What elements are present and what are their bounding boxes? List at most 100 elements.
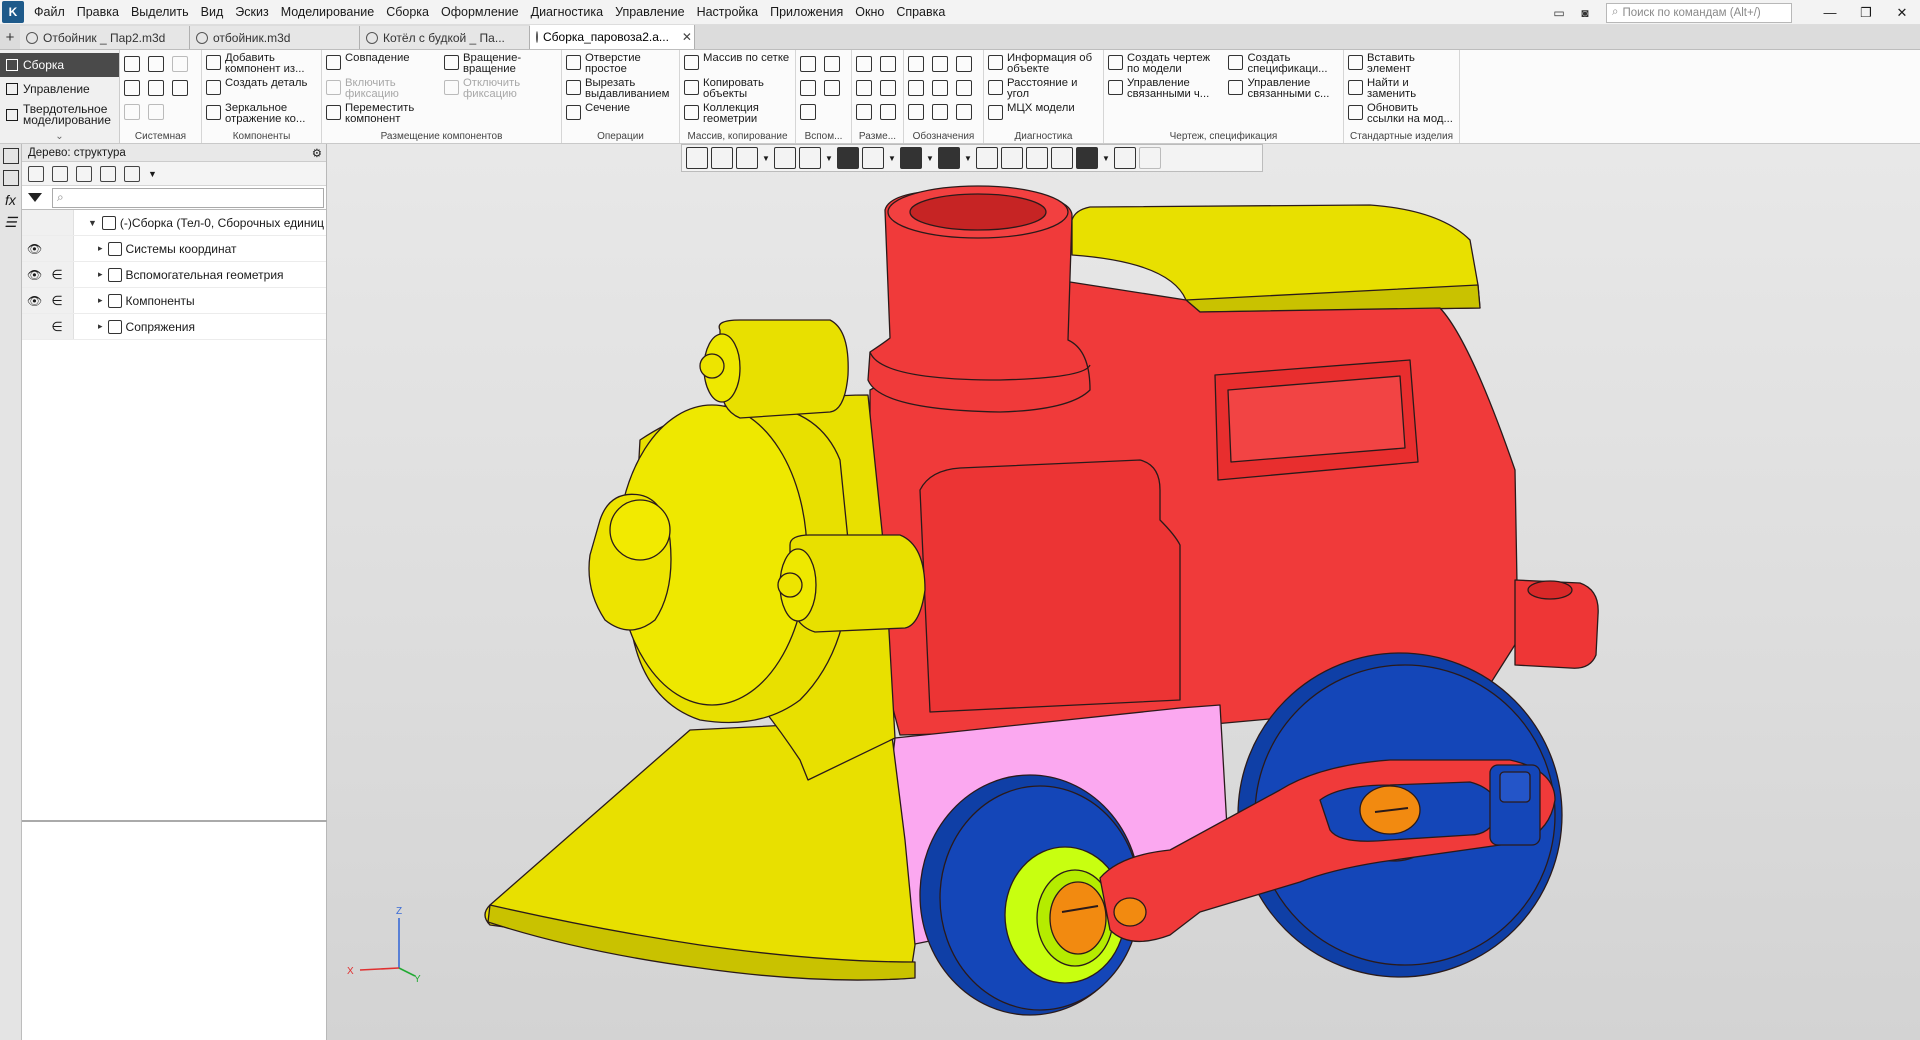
shaded-edges-icon[interactable]	[837, 147, 859, 169]
close-button[interactable]: ✕	[1884, 0, 1920, 25]
menu-file[interactable]: Файл	[28, 0, 71, 25]
chamfer-icon[interactable]	[932, 104, 948, 120]
save-icon[interactable]	[172, 56, 188, 72]
angle-dim-icon[interactable]	[880, 56, 896, 72]
menu-management[interactable]: Управление	[609, 0, 691, 25]
base-icon[interactable]	[932, 56, 948, 72]
diameter-dim-icon[interactable]	[880, 80, 896, 96]
section-view-icon[interactable]	[938, 147, 960, 169]
zebra-icon[interactable]	[1001, 147, 1023, 169]
command-search-input[interactable]: ⌕ Поиск по командам (Alt+/)	[1606, 2, 1792, 23]
leader-icon[interactable]	[908, 56, 924, 72]
display-dropdown-icon[interactable]: ▼	[887, 147, 897, 169]
zoom-window-icon[interactable]	[736, 147, 758, 169]
distance-angle-button[interactable]: Расстояние и угол	[988, 77, 1099, 102]
zoom-dropdown-icon[interactable]: ▼	[761, 147, 771, 169]
color-icon[interactable]	[1051, 147, 1073, 169]
mass-properties-button[interactable]: МЦХ модели	[988, 102, 1099, 127]
radius-dim-icon[interactable]	[856, 80, 872, 96]
element-of-icon[interactable]: ∈	[51, 293, 63, 309]
collapse-chevron-icon[interactable]: ⌄	[0, 131, 119, 142]
visibility-eye-icon[interactable]: 👁	[27, 268, 42, 282]
menu-edit[interactable]: Правка	[71, 0, 125, 25]
menu-help[interactable]: Справка	[890, 0, 951, 25]
grid-icon[interactable]	[1114, 147, 1136, 169]
filter-icon[interactable]	[28, 193, 42, 202]
hide-show-icon[interactable]	[900, 147, 922, 169]
tree-select-icon[interactable]	[100, 165, 116, 182]
print-icon[interactable]	[124, 80, 140, 96]
weld-icon[interactable]	[932, 80, 948, 96]
pan-icon[interactable]	[774, 147, 796, 169]
filter-icon[interactable]	[1076, 147, 1098, 169]
find-replace-button[interactable]: Найти и заменить	[1348, 77, 1455, 102]
tree-root-row[interactable]: ▼ (-)Сборка (Тел-0, Сборочных единиц	[22, 210, 326, 236]
undo-icon[interactable]	[124, 104, 140, 120]
new-tab-button[interactable]: +	[0, 25, 20, 49]
axis-icon[interactable]	[824, 56, 840, 72]
pencil-icon[interactable]	[1139, 147, 1161, 169]
object-info-button[interactable]: Информация об объекте	[988, 52, 1099, 77]
insert-element-button[interactable]: Вставить элемент	[1348, 52, 1455, 77]
section-button[interactable]: Сечение	[566, 102, 675, 127]
menu-window[interactable]: Окно	[849, 0, 890, 25]
coincidence-button[interactable]: Совпадение	[326, 52, 438, 77]
panel-splitter[interactable]	[22, 820, 327, 822]
expand-arrow-icon[interactable]: ▸	[98, 321, 103, 332]
tree-order-icon[interactable]	[52, 165, 68, 182]
arc-dim-icon[interactable]	[856, 104, 872, 120]
menu-view[interactable]: Вид	[195, 0, 230, 25]
position-icon[interactable]	[956, 104, 972, 120]
geometry-collection-button[interactable]: Коллекция геометрии	[684, 102, 791, 127]
roughness-icon[interactable]	[956, 56, 972, 72]
add-component-button[interactable]: Добавить компонент из...	[206, 52, 317, 77]
offset-plane-icon[interactable]	[800, 80, 816, 96]
properties-panel-icon[interactable]	[2, 170, 19, 186]
rotation-rotation-button[interactable]: Вращение-вращение	[444, 52, 556, 77]
manage-linked-specs-button[interactable]: Управление связанными с...	[1228, 77, 1339, 102]
section-dropdown-icon[interactable]: ▼	[963, 147, 973, 169]
expand-arrow-icon[interactable]: ▸	[98, 243, 103, 254]
save-as-icon[interactable]	[172, 80, 188, 96]
display-mode-icon[interactable]	[862, 147, 884, 169]
tree-row[interactable]: 👁 ∈ ▸ Вспомогательная геометрия	[22, 262, 326, 288]
filter-dropdown-icon[interactable]: ▼	[1101, 147, 1111, 169]
light-icon[interactable]	[1026, 147, 1048, 169]
tree-row[interactable]: 👁∈ ▸ Сопряжения	[22, 314, 326, 340]
line-icon[interactable]	[800, 104, 816, 120]
app-logo-icon[interactable]: K	[2, 1, 24, 23]
height-dim-icon[interactable]	[880, 104, 896, 120]
move-component-button[interactable]: Переместить компонент	[326, 102, 438, 127]
menu-settings[interactable]: Настройка	[691, 0, 765, 25]
variables-fx-icon[interactable]: fx	[3, 192, 19, 208]
menu-select[interactable]: Выделить	[125, 0, 195, 25]
layers-icon[interactable]: ☰	[3, 214, 19, 230]
disable-fix-button[interactable]: Отключить фиксацию	[444, 77, 556, 102]
extrude-cut-button[interactable]: Вырезать выдавливанием	[566, 77, 675, 102]
tree-view-dropdown-icon[interactable]: ▼	[148, 169, 157, 179]
expand-arrow-icon[interactable]: ▸	[98, 295, 103, 306]
screenshot-icon[interactable]: ◙	[1574, 3, 1596, 23]
zoom-fit-icon[interactable]	[711, 147, 733, 169]
menu-design[interactable]: Оформление	[435, 0, 525, 25]
tolerance-icon[interactable]	[908, 80, 924, 96]
tree-row[interactable]: 👁 ▸ Системы координат	[22, 236, 326, 262]
tree-display-icon[interactable]	[76, 165, 92, 182]
point-icon[interactable]	[824, 80, 840, 96]
3d-viewport[interactable]: Z X Y ▼ ▼ ▼ ▼ ▼ ▼	[327, 144, 1920, 1040]
visibility-eye-icon[interactable]: 👁	[27, 294, 42, 308]
preview-icon[interactable]	[148, 80, 164, 96]
enable-fix-button[interactable]: Включить фиксацию	[326, 77, 438, 102]
menu-diagnostics[interactable]: Диагностика	[525, 0, 609, 25]
hide-dropdown-icon[interactable]: ▼	[925, 147, 935, 169]
grid-array-button[interactable]: Массив по сетке	[684, 52, 791, 77]
thread-icon[interactable]	[908, 104, 924, 120]
copy-objects-button[interactable]: Копировать объекты	[684, 77, 791, 102]
mark-icon[interactable]	[956, 80, 972, 96]
hole-button[interactable]: Отверстие простое	[566, 52, 675, 77]
collapse-arrow-icon[interactable]: ▼	[88, 218, 97, 228]
tree-filter-input[interactable]: ⌕	[52, 187, 324, 208]
doc-tab[interactable]: Котёл с будкой _ Па...	[360, 26, 530, 49]
perspective-icon[interactable]	[976, 147, 998, 169]
ribbon-tab-solid-modeling[interactable]: Твердотельное моделирование	[0, 101, 119, 129]
